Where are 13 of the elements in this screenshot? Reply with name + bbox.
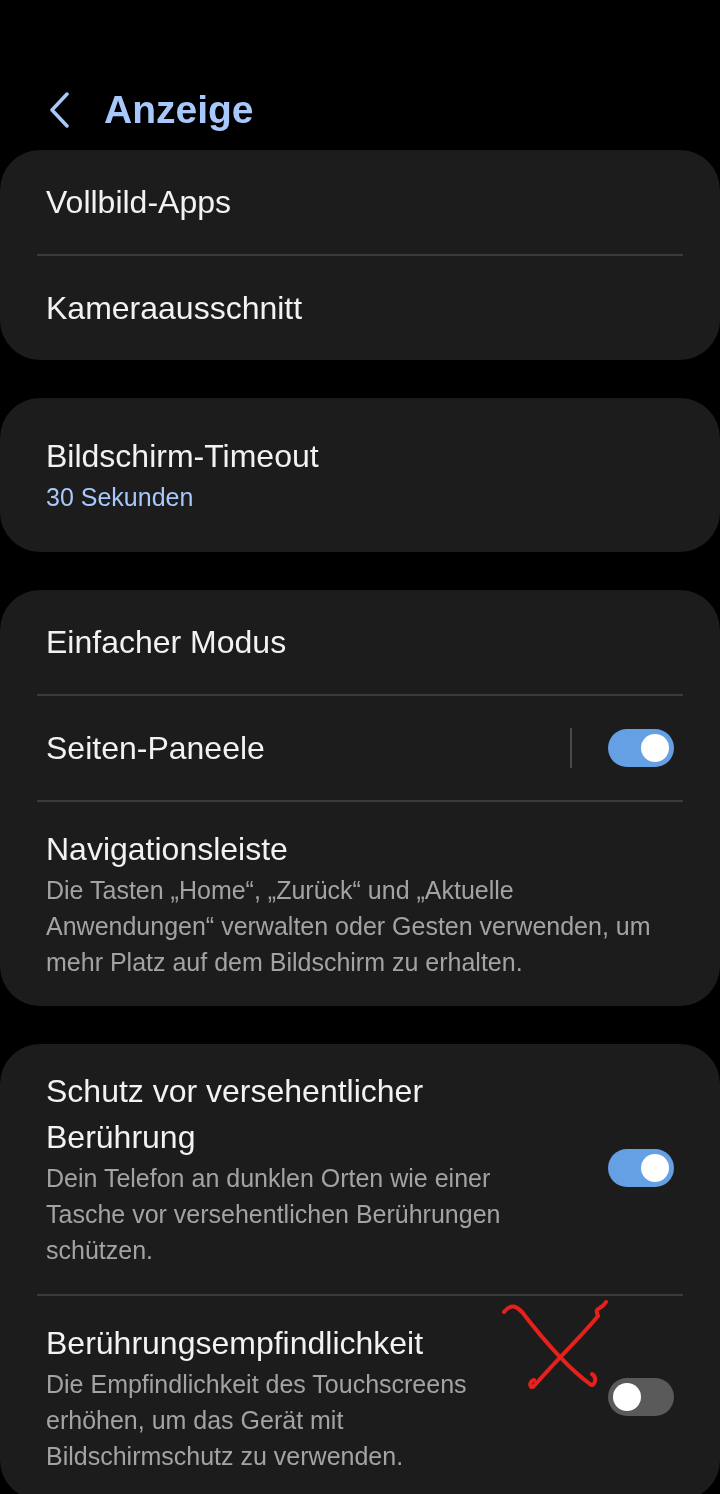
setting-description: Die Empfindlichkeit des Touchscreens erhöhen, um das Gerät mit Bildschirmschutz zu verwenden. xyxy=(46,1369,468,1472)
setting-title[interactable]: Bildschirm-Timeout xyxy=(46,433,674,479)
setting-description: Dein Telefon an dunklen Orten wie einer Tasche vor versehentlichen Berührungen schützen. xyxy=(46,1163,502,1266)
setting-value: 30 Sekunden xyxy=(46,482,195,513)
setting-title[interactable]: Berührungsempfindlichkeit xyxy=(46,1320,511,1366)
setting-title[interactable]: Kameraausschnitt xyxy=(46,285,674,331)
setting-title[interactable]: Einfacher Modus xyxy=(46,619,674,665)
setting-title[interactable]: Navigationsleiste xyxy=(46,826,674,872)
page-title: Anzeige xyxy=(104,88,254,132)
setting-title[interactable]: Seiten-Paneele xyxy=(46,725,560,771)
setting-description: Die Tasten „Home“, „Zurück“ und „Aktuelle Anwendungen“ verwalten oder Gesten verwenden, um mehr Platz auf dem Bildschirm zu erhalten. xyxy=(46,875,652,978)
setting-title[interactable]: Vollbild-Apps xyxy=(46,179,674,225)
setting-title[interactable]: Schutz vor versehentlicher Berührung xyxy=(46,1068,511,1160)
